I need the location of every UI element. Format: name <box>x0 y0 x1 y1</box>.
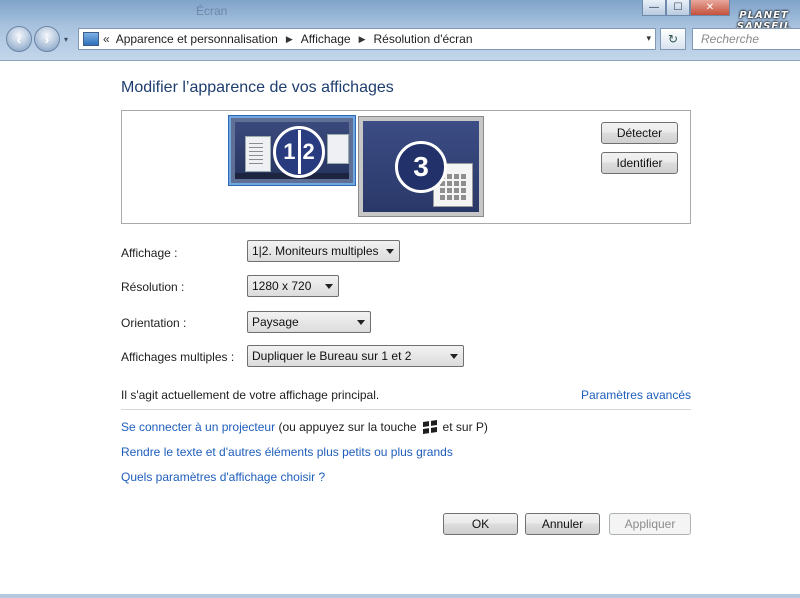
chevron-down-icon <box>357 320 365 325</box>
breadcrumb-display[interactable]: Affichage <box>301 32 351 46</box>
monitor-1-2[interactable]: 1 2 <box>229 116 355 185</box>
address-dropdown-icon[interactable]: ▾ <box>646 33 651 44</box>
monitor-number: 3 <box>413 151 429 182</box>
cancel-button[interactable]: Annuler <box>525 513 600 535</box>
address-bar[interactable]: « Apparence et personnalisation ▶ Affich… <box>78 28 656 50</box>
window-ghost-title: Écran <box>196 4 228 18</box>
window-bottom-border <box>0 594 800 598</box>
breadcrumb-overflow[interactable]: « <box>103 32 110 46</box>
chevron-down-icon <box>450 354 458 359</box>
close-button[interactable]: ✕ <box>690 0 730 16</box>
monitor-number: 2 <box>302 139 315 164</box>
monitor-number-badge: 3 <box>395 141 447 193</box>
recent-pages-dropdown[interactable]: ▾ <box>64 35 68 44</box>
projector-hint-a: (ou appuyez sur la touche <box>278 420 417 434</box>
multiple-displays-label: Affichages multiples : <box>121 350 235 364</box>
resolution-select[interactable]: 1280 x 720 <box>247 275 339 297</box>
main-content: Modifier l’apparence de vos affichages 1… <box>0 61 800 598</box>
window-thumbnail-icon <box>327 134 349 164</box>
window-controls: — ☐ ✕ <box>642 0 730 16</box>
monitor-preview: 1 2 3 Détecter Identifier <box>121 110 691 224</box>
identify-button[interactable]: Identifier <box>601 152 678 174</box>
display-select-value: 1|2. Moniteurs multiples <box>252 244 379 258</box>
advanced-settings-link[interactable]: Paramètres avancés <box>581 388 691 402</box>
primary-display-info: Il s'agit actuellement de votre affichag… <box>121 388 380 402</box>
projector-hint-b: et sur P) <box>442 420 488 434</box>
breadcrumb-appearance[interactable]: Apparence et personnalisation <box>116 32 278 46</box>
multiple-displays-select-value: Dupliquer le Bureau sur 1 et 2 <box>252 349 412 363</box>
navigation-buttons: ‹ › ▾ <box>6 26 68 52</box>
orientation-label: Orientation : <box>121 316 187 330</box>
badge-divider <box>297 130 301 174</box>
window-titlebar: Écran — ☐ ✕ PLANET SANSFIL ‹ › ▾ « Appar… <box>0 0 800 61</box>
refresh-button[interactable]: ↻ <box>660 28 686 50</box>
connect-projector-link[interactable]: Se connecter à un projecteur <box>121 420 275 434</box>
detect-button[interactable]: Détecter <box>601 122 678 144</box>
apply-button[interactable]: Appliquer <box>609 513 691 535</box>
monitor-3[interactable]: 3 <box>358 116 484 217</box>
multiple-displays-select[interactable]: Dupliquer le Bureau sur 1 et 2 <box>247 345 464 367</box>
breadcrumb-separator-icon[interactable]: ▶ <box>359 34 366 45</box>
chevron-down-icon <box>386 249 394 254</box>
monitor-number-badge: 1 2 <box>273 126 325 178</box>
breadcrumb-separator-icon[interactable]: ▶ <box>286 34 293 45</box>
orientation-select[interactable]: Paysage <box>247 311 371 333</box>
control-panel-icon <box>83 32 99 46</box>
resolution-select-value: 1280 x 720 <box>252 279 312 293</box>
page-title: Modifier l’apparence de vos affichages <box>121 79 394 96</box>
monitor-3-screen: 3 <box>363 121 479 212</box>
maximize-button[interactable]: ☐ <box>666 0 690 16</box>
resolution-label: Résolution : <box>121 280 185 294</box>
monitor-1-2-screen: 1 2 <box>235 122 349 179</box>
display-label: Affichage : <box>121 246 178 260</box>
forward-button[interactable]: › <box>34 26 60 52</box>
display-select[interactable]: 1|2. Moniteurs multiples <box>247 240 400 262</box>
section-divider <box>121 409 691 410</box>
logo-line-1: PLANET <box>739 10 789 21</box>
orientation-select-value: Paysage <box>252 315 299 329</box>
windows-key-icon <box>422 420 437 434</box>
monitor-number: 1 <box>283 139 296 164</box>
projector-line: Se connecter à un projecteur (ou appuyez… <box>121 420 488 434</box>
minimize-button[interactable]: — <box>642 0 666 16</box>
which-settings-link[interactable]: Quels paramètres d'affichage choisir ? <box>121 470 325 484</box>
chevron-down-icon <box>325 284 333 289</box>
search-input[interactable]: Recherche <box>692 28 800 50</box>
ok-button[interactable]: OK <box>443 513 518 535</box>
breadcrumb-screen-resolution[interactable]: Résolution d'écran <box>373 32 472 46</box>
back-button[interactable]: ‹ <box>6 26 32 52</box>
text-size-link[interactable]: Rendre le texte et d'autres éléments plu… <box>121 445 453 459</box>
window-thumbnail-icon <box>245 136 271 172</box>
